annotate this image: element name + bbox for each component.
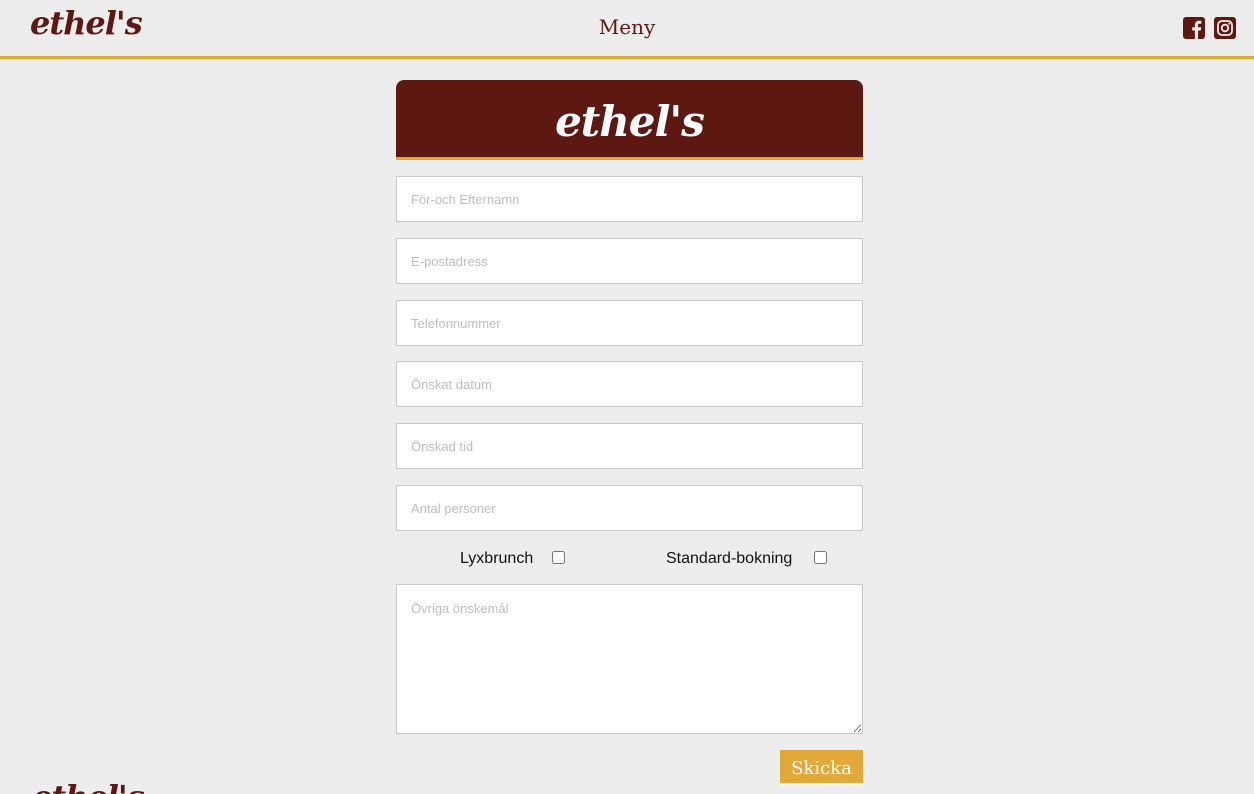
time-field[interactable] [396, 423, 863, 469]
facebook-icon[interactable] [1183, 17, 1205, 39]
notes-textarea[interactable] [396, 584, 863, 734]
lyxbrunch-label: Lyxbrunch [460, 550, 534, 567]
banner-logo: ethel's [555, 97, 705, 146]
standard-booking-label: Standard-bokning [666, 550, 793, 567]
form-banner: ethel's [396, 80, 863, 160]
social-links [1183, 17, 1236, 39]
footer-logo: ethel's [32, 778, 145, 794]
guests-field[interactable] [396, 485, 863, 531]
top-navigation-bar: ethel's Meny [0, 0, 1254, 59]
lyxbrunch-checkbox[interactable] [552, 551, 565, 564]
name-field[interactable] [396, 176, 863, 222]
nav-link-meny[interactable]: Meny [599, 15, 656, 39]
standard-booking-checkbox[interactable] [814, 551, 827, 564]
date-field[interactable] [396, 361, 863, 407]
submit-button[interactable]: Skicka [780, 750, 863, 786]
phone-field[interactable] [396, 300, 863, 346]
instagram-icon[interactable] [1214, 17, 1236, 39]
email-field[interactable] [396, 238, 863, 284]
nav-menu-container: Meny [0, 15, 1254, 39]
